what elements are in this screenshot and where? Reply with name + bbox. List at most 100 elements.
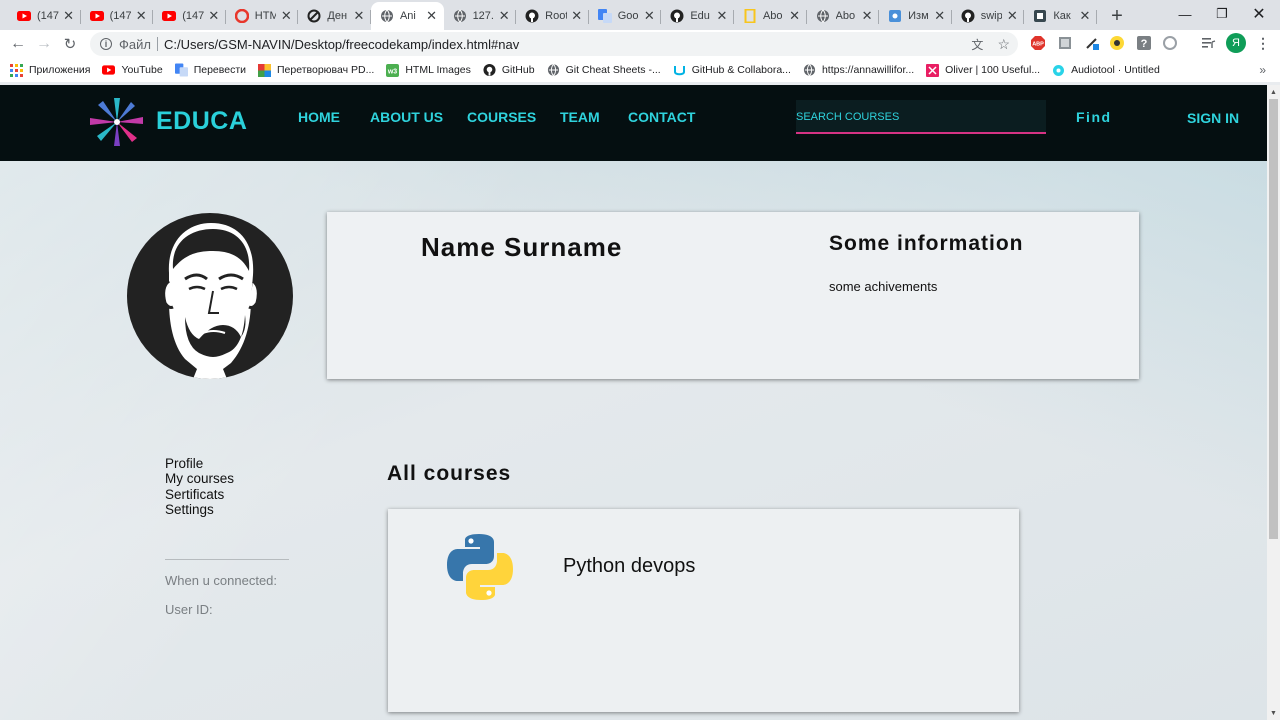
scroll-down-arrow[interactable]: ▼ xyxy=(1267,706,1280,720)
sidebar-item-settings[interactable]: Settings xyxy=(165,502,234,517)
find-button[interactable]: Find xyxy=(1076,109,1112,125)
sidebar-item-sertificats[interactable]: Sertificats xyxy=(165,487,234,502)
search-courses-input[interactable] xyxy=(796,107,1036,127)
bookmark-item[interactable]: w3 HTML Images xyxy=(386,63,471,77)
tab-title: (147 xyxy=(182,10,204,22)
github-icon xyxy=(961,9,975,23)
tab-close-icon[interactable]: ✕ xyxy=(353,8,365,24)
browser-tab[interactable]: HTM ✕ xyxy=(226,2,299,30)
tab-strip: (147 ✕ (147 ✕ (147 ✕ HTM ✕ Ден ✕ Ani ✕ 127. ✕ Root ✕ Goo… xyxy=(0,0,1280,30)
menu-kebab-icon[interactable]: ⋮ xyxy=(1254,34,1272,52)
browser-tab[interactable]: (147 ✕ xyxy=(81,2,154,30)
bookmark-label: Перевести xyxy=(193,64,246,76)
browser-tab[interactable]: Root ✕ xyxy=(516,2,589,30)
bookmark-item[interactable]: Перетворювач PD... xyxy=(258,63,374,77)
address-separator xyxy=(156,37,158,51)
bookmark-item[interactable]: Oliver | 100 Useful... xyxy=(926,63,1040,77)
tab-close-icon[interactable]: ✕ xyxy=(571,8,583,24)
sign-in-link[interactable]: SIGN IN xyxy=(1187,110,1239,126)
page-scrollbar[interactable]: ▲ ▼ xyxy=(1267,85,1280,720)
tab-close-icon[interactable]: ✕ xyxy=(135,8,147,24)
course-title[interactable]: Python devops xyxy=(563,555,695,578)
bookmark-item[interactable]: https://annawillifor... xyxy=(803,64,914,77)
bookmark-item[interactable]: Приложения xyxy=(10,63,90,77)
browser-tab[interactable]: swip ✕ xyxy=(952,2,1025,30)
tab-close-icon[interactable]: ✕ xyxy=(426,8,438,24)
extension-circle-icon[interactable] xyxy=(1161,34,1179,52)
globe-icon xyxy=(803,64,816,77)
browser-tab[interactable]: 127. ✕ xyxy=(444,2,517,30)
address-url: C:/Users/GSM-NAVIN/Desktop/freecodekamp/… xyxy=(163,36,520,52)
tab-close-icon[interactable]: ✕ xyxy=(63,8,75,24)
scroll-thumb[interactable] xyxy=(1269,99,1278,539)
adblock-icon[interactable]: ABP xyxy=(1029,34,1047,52)
scroll-up-arrow[interactable]: ▲ xyxy=(1267,85,1280,99)
browser-tab[interactable]: Как ✕ xyxy=(1024,2,1097,30)
nav-contact[interactable]: CONTACT xyxy=(628,109,695,125)
close-window-button[interactable]: ✕ xyxy=(1236,0,1280,28)
bookmark-item[interactable]: GitHub & Collabora... xyxy=(673,64,791,77)
media-list-icon[interactable] xyxy=(1199,34,1217,52)
brand-name[interactable]: EDUCA xyxy=(156,107,247,136)
tab-title: Abo xyxy=(835,10,856,22)
info-icon[interactable]: i xyxy=(100,38,112,50)
tab-close-icon[interactable]: ✕ xyxy=(934,8,946,24)
sidebar-divider xyxy=(165,559,289,560)
book-icon xyxy=(1033,9,1047,23)
help-extension-icon[interactable]: ? xyxy=(1135,34,1153,52)
svg-text:w3: w3 xyxy=(387,68,397,75)
youtube-icon xyxy=(102,64,116,77)
tab-close-icon[interactable]: ✕ xyxy=(643,8,655,24)
bookmarks-overflow-icon[interactable]: » xyxy=(1259,63,1266,77)
color-grid-icon xyxy=(258,63,271,77)
profile-name: Name Surname xyxy=(421,232,623,262)
browser-tab[interactable]: Ani ✕ xyxy=(370,2,444,30)
browser-tab[interactable]: Edu ✕ xyxy=(661,2,734,30)
bookmark-item[interactable]: Audiotool · Untitled xyxy=(1052,64,1160,77)
color-picker-icon[interactable] xyxy=(1083,34,1101,52)
nav-team[interactable]: TEAM xyxy=(560,109,600,125)
browser-tab[interactable]: Goo ✕ xyxy=(589,2,662,30)
forward-button[interactable]: → xyxy=(31,31,57,57)
browser-tab[interactable]: Изм ✕ xyxy=(879,2,952,30)
browser-tab[interactable]: Abo ✕ xyxy=(734,2,807,30)
translate-page-icon[interactable]: 文 xyxy=(971,36,983,53)
reload-button[interactable]: ↻ xyxy=(57,31,83,57)
extension-yellow-icon[interactable] xyxy=(1108,34,1126,52)
tab-close-icon[interactable]: ✕ xyxy=(208,8,220,24)
nav-home[interactable]: HOME xyxy=(298,109,340,125)
tab-close-icon[interactable]: ✕ xyxy=(716,8,728,24)
tab-close-icon[interactable]: ✕ xyxy=(861,8,873,24)
tab-close-icon[interactable]: ✕ xyxy=(498,8,510,24)
bookmark-star-icon[interactable]: ☆ xyxy=(997,36,1010,53)
course-card[interactable]: Python devops xyxy=(388,509,1019,712)
browser-tab[interactable]: (147 ✕ xyxy=(153,2,226,30)
educa-logo-icon[interactable] xyxy=(88,96,146,148)
bookmark-item[interactable]: Перевести xyxy=(174,63,246,77)
tab-title: Root xyxy=(545,10,567,22)
sidebar-item-profile[interactable]: Profile xyxy=(165,456,234,471)
profile-avatar[interactable]: Я xyxy=(1226,33,1246,53)
new-tab-button[interactable]: + xyxy=(1103,2,1131,30)
address-bar[interactable]: i Файл C:/Users/GSM-NAVIN/Desktop/freeco… xyxy=(90,32,1018,56)
tab-title: Как xyxy=(1053,10,1071,22)
browser-tab[interactable]: Ден ✕ xyxy=(298,2,371,30)
tab-title: (147 xyxy=(109,10,132,22)
tab-title: (147 xyxy=(37,10,59,22)
nav-about-us[interactable]: ABOUT US xyxy=(370,109,443,125)
bookmark-item[interactable]: GitHub xyxy=(483,63,535,77)
bookmark-item[interactable]: Git Cheat Sheets -... xyxy=(547,64,661,77)
back-button[interactable]: ← xyxy=(5,31,31,57)
tab-close-icon[interactable]: ✕ xyxy=(789,8,801,24)
bookmark-item[interactable]: YouTube xyxy=(102,64,163,77)
sidebar-item-my-courses[interactable]: My courses xyxy=(165,471,234,486)
nav-courses[interactable]: COURSES xyxy=(467,109,536,125)
tab-close-icon[interactable]: ✕ xyxy=(280,8,292,24)
address-actions: 文 ☆ xyxy=(971,36,1010,53)
tab-close-icon[interactable]: ✕ xyxy=(1006,8,1018,24)
bookmark-label: GitHub xyxy=(501,64,535,76)
browser-tab[interactable]: (147 ✕ xyxy=(8,2,81,30)
browser-tab[interactable]: Abo ✕ xyxy=(807,2,880,30)
screenshot-extension-icon[interactable] xyxy=(1056,34,1074,52)
tab-close-icon[interactable]: ✕ xyxy=(1079,8,1091,24)
